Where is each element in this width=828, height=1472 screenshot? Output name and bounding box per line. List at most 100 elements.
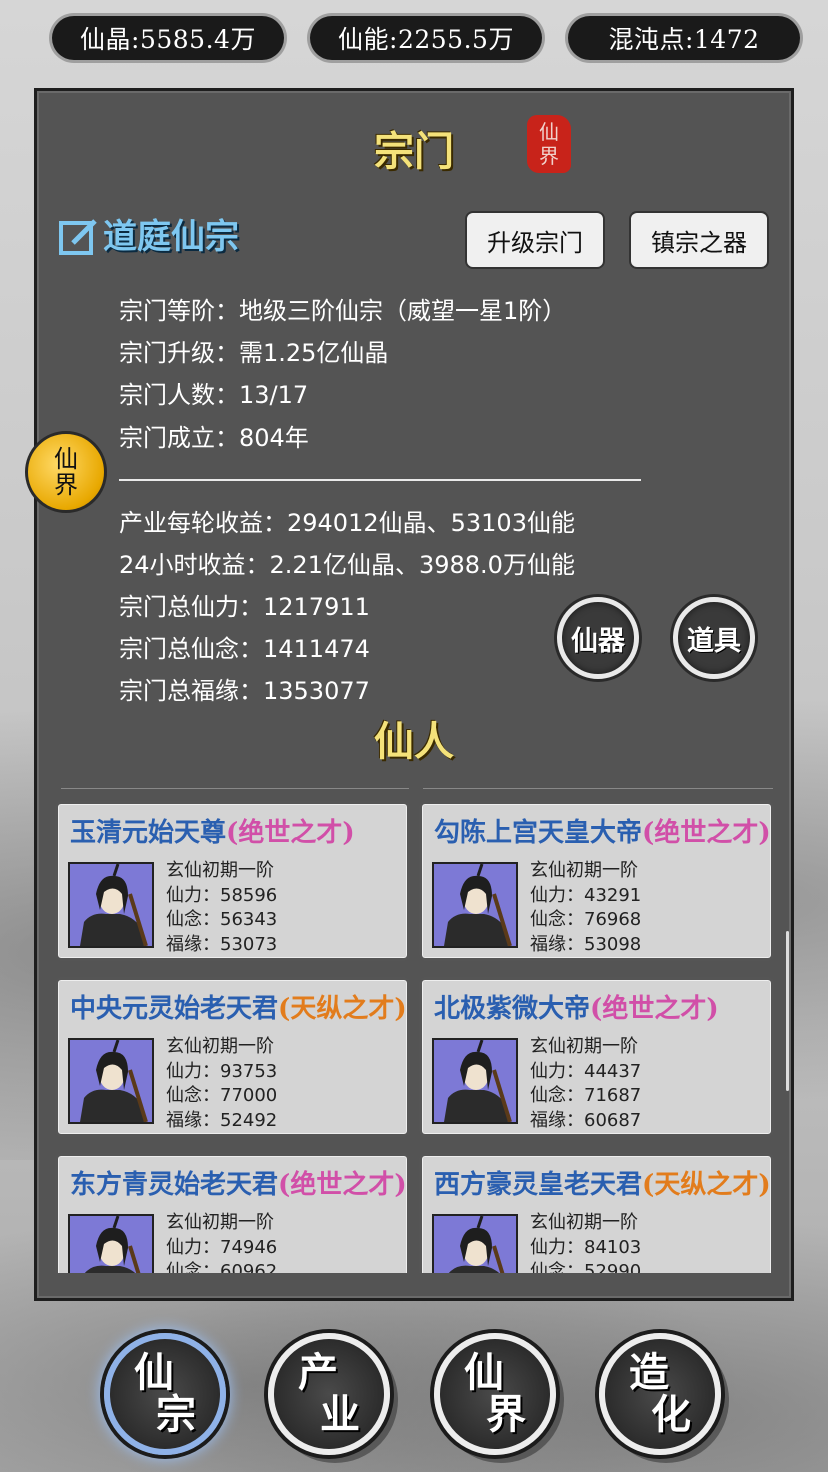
nav-industry-button[interactable]: 产业 xyxy=(268,1333,390,1455)
immortal-fortune: 福缘：60687 xyxy=(530,1109,642,1131)
immortal-realm: 玄仙初期一阶 xyxy=(530,1212,638,1233)
immortal-talent: (绝世之才) xyxy=(642,818,771,848)
immortal-name-text: 北极紫微大帝 xyxy=(434,994,591,1024)
income-per-round: 产业每轮收益：294012仙晶、53103仙能 xyxy=(119,509,575,537)
upgrade-sect-button[interactable]: 升级宗门 xyxy=(465,211,605,269)
immortal-card[interactable]: 西方豪灵皇老天君(天纵之才) 玄仙初期一阶 仙力：84103 仙念：52990 xyxy=(419,1153,774,1273)
immortal-mind: 仙念：71687 xyxy=(530,1085,642,1106)
items-button[interactable]: 道具 xyxy=(673,597,755,679)
immortal-talent: (绝世之才) xyxy=(226,818,355,848)
immortal-name: 玉清元始天尊(绝世之才) xyxy=(70,812,355,849)
immortal-name: 中央元灵始老天君(天纵之才) xyxy=(70,988,407,1025)
nav-char: 化 xyxy=(651,1391,691,1438)
immortal-realm: 玄仙初期一阶 xyxy=(166,1036,274,1057)
nav-char: 业 xyxy=(320,1391,360,1438)
immortal-fortune: 福缘：52492 xyxy=(166,1109,278,1131)
immortal-card[interactable]: 玉清元始天尊(绝世之才) 玄仙初期一阶 仙力：58596 仙念：56343 福缘… xyxy=(55,801,410,961)
immortal-name-text: 玉清元始天尊 xyxy=(70,818,227,848)
xianjie-badge-button[interactable]: 仙 界 xyxy=(25,431,107,513)
immortal-mind: 仙念：77000 xyxy=(166,1085,278,1106)
divider xyxy=(61,788,409,789)
immortal-avatar xyxy=(432,1038,518,1124)
immortal-power: 仙力：58596 xyxy=(166,884,278,906)
total-mind: 宗门总仙念：1411474 xyxy=(119,635,370,663)
immortal-power: 仙力：43291 xyxy=(530,884,642,906)
nav-char: 产 xyxy=(298,1349,338,1396)
divider xyxy=(423,788,773,789)
nav-char: 界 xyxy=(486,1391,526,1438)
immortal-name: 勾陈上宫天皇大帝(绝世之才) xyxy=(434,812,771,849)
immortal-fortune: 福缘：53098 xyxy=(530,933,642,955)
immortal-talent: (天纵之才) xyxy=(642,1170,771,1200)
portrait-icon xyxy=(444,1040,512,1122)
immortal-mind: 仙念：52990 xyxy=(530,1261,642,1273)
immortal-stats: 玄仙初期一阶 仙力：58596 仙念：56343 福缘：53073 xyxy=(166,859,277,957)
sect-founded: 宗门成立：804年 xyxy=(119,424,309,452)
portrait-icon xyxy=(84,1216,141,1273)
list-scrollbar[interactable] xyxy=(786,931,789,1091)
immortal-realm: 玄仙初期一阶 xyxy=(166,1212,274,1233)
immortal-mind: 仙念：60962 xyxy=(166,1261,278,1273)
immortal-realm: 玄仙初期一阶 xyxy=(530,860,638,881)
immortal-avatar xyxy=(68,862,154,948)
immortal-stats: 玄仙初期一阶 仙力：74946 仙念：60962 xyxy=(166,1211,277,1273)
sect-member-count: 宗门人数：13/17 xyxy=(119,381,309,409)
immortal-talent: (绝世之才) xyxy=(590,994,719,1024)
immortal-stats: 玄仙初期一阶 仙力：43291 仙念：76968 福缘：53098 xyxy=(530,859,641,957)
immortal-name-text: 东方青灵始老天君 xyxy=(70,1170,279,1200)
portrait-icon xyxy=(444,864,512,946)
seal-char-2: 界 xyxy=(539,144,559,168)
badge-char-2: 界 xyxy=(54,471,78,499)
immortal-name: 东方青灵始老天君(绝世之才) xyxy=(70,1164,407,1201)
resource-hundun: 混沌点:1472 xyxy=(568,16,800,60)
edit-icon[interactable] xyxy=(59,217,99,257)
sect-artifact-button[interactable]: 镇宗之器 xyxy=(629,211,769,269)
panel-title: 宗门 xyxy=(374,128,454,175)
sect-panel: 宗门 仙 界 道庭仙宗 升级宗门 镇宗之器 宗门等阶：地级三阶仙宗（威望一星1阶… xyxy=(25,88,794,1301)
immortal-card[interactable]: 东方青灵始老天君(绝世之才) 玄仙初期一阶 仙力：74946 仙念：60962 xyxy=(55,1153,410,1273)
immortal-stats: 玄仙初期一阶 仙力：44437 仙念：71687 福缘：60687 xyxy=(530,1035,641,1133)
sect-name: 道庭仙宗 xyxy=(103,217,239,257)
immortal-mind: 仙念：56343 xyxy=(166,909,278,930)
resource-xianneng: 仙能:2255.5万 xyxy=(310,16,542,60)
immortal-avatar xyxy=(68,1038,154,1124)
seal-char-1: 仙 xyxy=(539,120,559,144)
total-power: 宗门总仙力：1217911 xyxy=(119,593,370,621)
immortal-card[interactable]: 勾陈上宫天皇大帝(绝世之才) 玄仙初期一阶 仙力：43291 仙念：76968 … xyxy=(419,801,774,961)
immortal-card[interactable]: 中央元灵始老天君(天纵之才) 玄仙初期一阶 仙力：93753 仙念：77000 … xyxy=(55,977,410,1137)
immortal-power: 仙力：93753 xyxy=(166,1060,278,1082)
immortal-power: 仙力：74946 xyxy=(166,1236,278,1258)
badge-char-1: 仙 xyxy=(54,445,78,473)
immortal-avatar xyxy=(432,862,518,948)
immortal-name: 西方豪灵皇老天君(天纵之才) xyxy=(434,1164,771,1201)
portrait-icon xyxy=(448,1216,505,1273)
immortal-fortune: 福缘：53073 xyxy=(166,933,278,955)
immortal-name: 北极紫微大帝(绝世之才) xyxy=(434,988,719,1025)
immortal-list[interactable]: 玉清元始天尊(绝世之才) 玄仙初期一阶 仙力：58596 仙念：56343 福缘… xyxy=(55,801,779,1273)
immortal-name-text: 西方豪灵皇老天君 xyxy=(434,1170,643,1200)
xianjie-seal: 仙 界 xyxy=(527,115,571,173)
sect-upgrade-cost: 宗门升级：需1.25亿仙晶 xyxy=(119,339,389,367)
nav-realm-button[interactable]: 仙界 xyxy=(434,1333,556,1455)
immortal-talent: (天纵之才) xyxy=(278,994,407,1024)
immortal-name-text: 勾陈上宫天皇大帝 xyxy=(434,818,643,848)
immortal-realm: 玄仙初期一阶 xyxy=(166,860,274,881)
immortal-card[interactable]: 北极紫微大帝(绝世之才) 玄仙初期一阶 仙力：44437 仙念：71687 福缘… xyxy=(419,977,774,1137)
immortal-realm: 玄仙初期一阶 xyxy=(530,1036,638,1057)
portrait-icon xyxy=(80,864,148,946)
immortals-title: 仙人 xyxy=(374,718,454,765)
nav-char: 宗 xyxy=(156,1391,196,1438)
resource-xianjing: 仙晶:5585.4万 xyxy=(52,16,284,60)
portrait-icon xyxy=(80,1040,148,1122)
income-24h: 24小时收益：2.21亿仙晶、3988.0万仙能 xyxy=(119,551,575,579)
immortal-mind: 仙念：76968 xyxy=(530,909,642,930)
artifact-button[interactable]: 仙器 xyxy=(557,597,639,679)
divider xyxy=(119,479,641,481)
immortal-avatar xyxy=(432,1214,518,1273)
immortal-avatar xyxy=(68,1214,154,1273)
nav-sect-button[interactable]: 仙宗 xyxy=(104,1333,226,1455)
sect-rank: 宗门等阶：地级三阶仙宗（威望一星1阶） xyxy=(119,297,567,325)
nav-char: 造 xyxy=(629,1349,669,1396)
nav-creation-button[interactable]: 造化 xyxy=(599,1333,721,1455)
immortal-stats: 玄仙初期一阶 仙力：93753 仙念：77000 福缘：52492 xyxy=(166,1035,277,1133)
